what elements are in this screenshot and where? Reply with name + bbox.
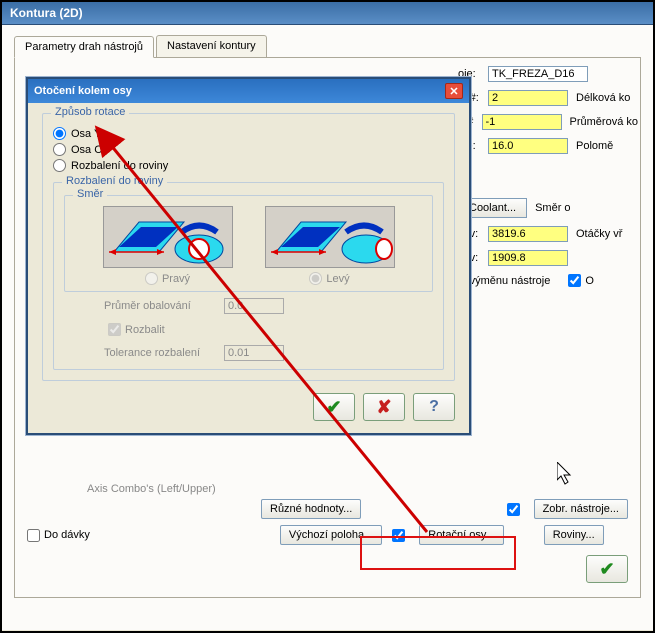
tool-name-input[interactable]: [488, 66, 588, 82]
planes-button[interactable]: Roviny...: [544, 525, 604, 545]
unroll-subgroup: Rozbalení do roviny Směr: [53, 182, 444, 370]
feed2-input[interactable]: [488, 250, 568, 266]
home-pos-button[interactable]: Výchozí poloha...: [280, 525, 382, 545]
wrap-dia-input: [224, 298, 284, 314]
dia-comp-label: Průměrová ko: [570, 116, 638, 128]
bottom-bar: Různé hodnoty... Zobr. nástroje... Do dá…: [27, 499, 628, 589]
radio-dir-left: [309, 272, 322, 285]
rotary-button[interactable]: Rotační osy...: [419, 525, 503, 545]
diff-values-button[interactable]: Různé hodnoty...: [261, 499, 361, 519]
window-title: Kontura (2D): [2, 2, 653, 25]
rotation-method-legend: Způsob rotace: [51, 106, 129, 118]
dialog-help-button[interactable]: ?: [413, 393, 455, 421]
direction-right-image: [103, 206, 233, 268]
radio-unroll[interactable]: [53, 159, 66, 172]
direction-left-image: [265, 206, 395, 268]
tab-tool-params[interactable]: Parametry drah nástrojů: [14, 36, 154, 58]
o-checkbox[interactable]: [568, 274, 581, 287]
tool-fields: oje: oj #: Délková ko a # Průměrová ko o…: [458, 66, 638, 295]
check-icon: ✔: [326, 397, 341, 418]
tab-contour-settings[interactable]: Nastavení kontury: [156, 35, 267, 57]
length-comp-label: Délková ko: [576, 92, 630, 104]
radio-axis-y[interactable]: [53, 127, 66, 140]
tool-change-label: tit výměnu nástroje: [458, 275, 550, 287]
tolerance-input: [224, 345, 284, 361]
tool-num-input[interactable]: [488, 90, 568, 106]
radius-label: Polomě: [576, 140, 613, 152]
show-tools-checkbox[interactable]: [507, 503, 520, 516]
cursor-icon: [557, 462, 577, 486]
tolerance-label: Tolerance rozbalení: [104, 347, 224, 359]
check-icon: ✔: [599, 559, 614, 580]
rotary-axis-dialog: Otočení kolem osy ✕ Způsob rotace Osa Y …: [26, 77, 471, 435]
main-window: Kontura (2D) Parametry drah nástrojů Nas…: [0, 0, 655, 633]
unroll-legend: Rozbalení do roviny: [62, 175, 167, 187]
direction-legend: Směr: [73, 188, 107, 200]
help-icon: ?: [429, 398, 439, 416]
wrap-dia-label: Průměr obalování: [104, 300, 224, 312]
unroll-checkbox: [108, 323, 121, 336]
tool-dia-input[interactable]: [488, 138, 568, 154]
dia-comp-num-input[interactable]: [482, 114, 562, 130]
tab-bar: Parametry drah nástrojů Nastavení kontur…: [14, 35, 641, 58]
show-tools-button[interactable]: Zobr. nástroje...: [534, 499, 628, 519]
radio-axis-c[interactable]: [53, 143, 66, 156]
spindle-dir-label: Směr o: [535, 202, 570, 214]
dialog-title-text: Otočení kolem osy: [34, 85, 132, 97]
cross-icon: ✘: [376, 397, 391, 418]
dialog-ok-button[interactable]: ✔: [313, 393, 355, 421]
rpm-label: Otáčky vř: [576, 228, 622, 240]
batch-checkbox[interactable]: [27, 529, 40, 542]
rotation-method-group: Způsob rotace Osa Y Osa C Rozbalení do r…: [42, 113, 455, 381]
radio-dir-right: [145, 272, 158, 285]
feed1-input[interactable]: [488, 226, 568, 242]
dialog-cancel-button[interactable]: ✘: [363, 393, 405, 421]
ok-button[interactable]: ✔: [586, 555, 628, 583]
direction-group: Směr: [64, 195, 433, 292]
dialog-titlebar: Otočení kolem osy ✕: [28, 79, 469, 103]
axis-combo-button[interactable]: Axis Combo's (Left/Upper): [87, 483, 216, 495]
close-icon[interactable]: ✕: [445, 83, 463, 99]
rotary-checkbox[interactable]: [392, 529, 405, 542]
